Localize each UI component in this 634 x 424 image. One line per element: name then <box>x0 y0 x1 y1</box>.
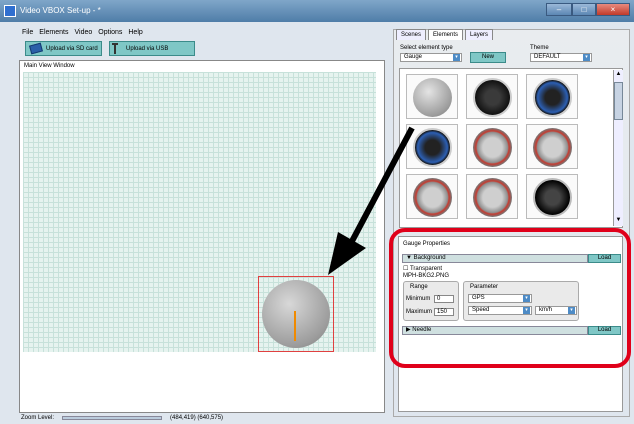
upload-usb-label: Upload via USB <box>126 45 169 52</box>
gauge-thumbnail[interactable] <box>526 74 578 119</box>
panel-tabs: Scenes Elements Layers <box>396 29 494 40</box>
app-icon <box>4 5 16 17</box>
upload-sd-button[interactable]: Upload via SD card <box>25 41 102 56</box>
scroll-thumb[interactable] <box>614 82 623 120</box>
tab-scenes[interactable]: Scenes <box>396 29 427 40</box>
usb-icon <box>112 43 122 54</box>
scroll-down-icon[interactable]: ▼ <box>614 216 623 225</box>
coords-readout: (484,419) (640,575) <box>170 415 224 421</box>
menu-elements[interactable]: Elements <box>39 29 68 38</box>
chevron-down-icon: ▾ <box>583 54 590 61</box>
annotation-arrow <box>328 126 415 275</box>
arrow-head <box>328 232 366 275</box>
element-type-label: Select element type <box>400 45 453 51</box>
gallery-scrollbar[interactable]: ▲ ▼ <box>613 70 623 226</box>
gauge-red-icon <box>473 128 512 167</box>
menu-options[interactable]: Options <box>98 29 122 38</box>
gauge-thumbnail[interactable] <box>526 124 578 169</box>
zoom-slider[interactable] <box>62 416 163 420</box>
new-element-button[interactable]: New <box>470 52 506 63</box>
title-bar: Video VBOX Set-up - * – □ × <box>0 0 634 22</box>
menu-help[interactable]: Help <box>128 29 142 38</box>
gauge-dial <box>262 280 330 348</box>
gauge-red-icon <box>533 128 572 167</box>
menu-file[interactable]: File <box>22 29 33 38</box>
element-type-value: Gauge <box>404 54 423 60</box>
tab-elements[interactable]: Elements <box>428 29 464 40</box>
element-type-select[interactable]: Gauge ▾ <box>400 53 462 62</box>
menu-video[interactable]: Video <box>74 29 92 38</box>
gauge-dark-icon <box>473 78 512 117</box>
window-title: Video VBOX Set-up - * <box>20 6 101 15</box>
gauge-gray-icon <box>413 78 452 117</box>
theme-label: Theme <box>530 45 549 51</box>
sd-card-icon <box>29 42 43 55</box>
gauge-thumbnail[interactable] <box>406 74 458 119</box>
theme-select[interactable]: DEFAULT ▾ <box>530 53 592 62</box>
main-view-title: Main View Window <box>24 63 75 69</box>
arrow-shaft <box>347 126 415 247</box>
gauge-thumbnail-gallery <box>399 68 623 228</box>
gauge-thumbnail[interactable] <box>466 124 518 169</box>
gauge-red-icon <box>473 178 512 217</box>
gauge-needle <box>294 311 296 341</box>
gauge-black-icon <box>533 178 572 217</box>
highlight-ring <box>389 228 631 368</box>
upload-usb-button[interactable]: Upload via USB <box>109 41 195 56</box>
upload-sd-label: Upload via SD card <box>46 45 98 52</box>
gauge-thumbnail[interactable] <box>526 174 578 219</box>
maximize-button[interactable]: □ <box>572 3 596 16</box>
canvas-blank-area <box>23 352 376 412</box>
close-button[interactable]: × <box>596 3 630 16</box>
chevron-down-icon: ▾ <box>453 54 460 61</box>
gauge-blue-icon <box>533 78 572 117</box>
zoom-label: Zoom Level: <box>21 415 55 421</box>
menu-bar: File Elements Video Options Help <box>22 29 143 38</box>
minimize-button[interactable]: – <box>546 3 572 16</box>
gauge-thumbnail[interactable] <box>466 74 518 119</box>
gauge-thumbnail[interactable] <box>466 174 518 219</box>
status-row: Zoom Level: (484,419) (640,575) <box>21 415 223 421</box>
tab-layers[interactable]: Layers <box>465 29 494 40</box>
scroll-up-icon[interactable]: ▲ <box>614 70 623 79</box>
theme-value: DEFAULT <box>534 54 561 60</box>
